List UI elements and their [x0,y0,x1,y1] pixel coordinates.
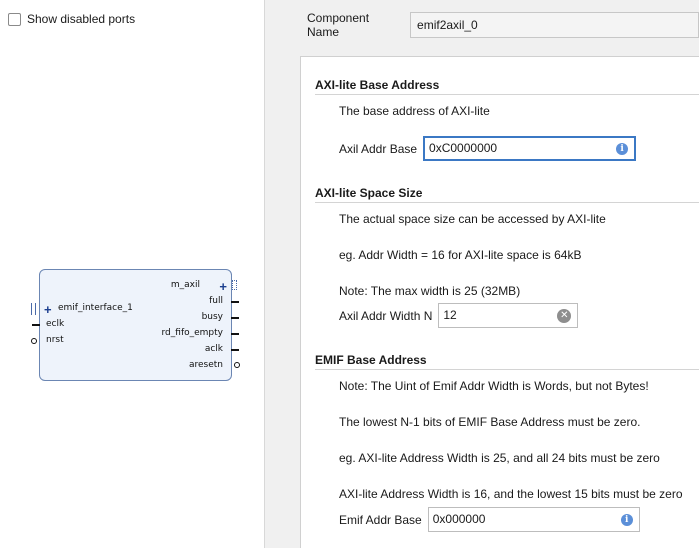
axil-addr-width-value: 12 [443,308,457,322]
symbol-panel: Show disabled ports + emif_interface_1 e… [0,0,265,548]
pin-nrst-bubble [31,338,37,344]
axil-space-description: The actual space size can be accessed by… [339,212,606,226]
axil-space-note: Note: The max width is 25 (32MB) [339,284,521,298]
axil-addr-width-label: Axil Addr Width N [339,308,433,323]
emif-addr-base-value: 0x000000 [432,512,486,526]
clear-icon[interactable]: ✕ [557,308,572,323]
port-rd-fifo-empty: rd_fifo_empty [161,328,223,338]
show-disabled-checkbox[interactable] [8,12,21,26]
pin-rd-fifo-empty [231,333,239,335]
expand-plus-icon[interactable]: + [219,280,227,293]
axil-addr-width-input[interactable]: 12 ✕ [438,303,579,328]
info-icon[interactable]: i [620,513,633,526]
parameter-panel: AXI-lite Base Address The base address o… [300,56,699,548]
expand-plus-icon[interactable]: + [44,303,52,316]
info-icon[interactable]: i [616,142,629,155]
bus-interface-icon [31,303,36,315]
section-title-axil-space: AXI-lite Space Size [315,186,423,200]
axil-addr-base-row: Axil Addr Base 0xC0000000 i [339,136,637,161]
section-title-axil-base: AXI-lite Base Address [315,78,440,92]
port-nrst: nrst [46,335,64,345]
axil-addr-base-value: 0xC0000000 [429,141,498,155]
pin-aresetn-bubble [234,362,240,368]
section-divider [315,369,699,370]
component-name-row: Component Name emif2axil_0 [307,11,699,39]
emif-addr-base-input[interactable]: 0x000000 i [427,507,640,532]
section-divider [315,94,699,95]
show-disabled-label: Show disabled ports [27,12,136,26]
emif-base-example-1: eg. AXI-lite Address Width is 25, and al… [339,451,660,465]
bus-connector-icon [232,280,237,290]
axil-space-example: eg. Addr Width = 16 for AXI-lite space i… [339,248,582,262]
axil-base-description: The base address of AXI-lite [339,104,490,118]
emif-base-example-2: AXI-lite Address Width is 16, and the lo… [339,487,683,501]
component-name-label: Component Name [307,11,370,39]
pin-eclk [32,324,40,326]
pin-aclk [231,349,239,351]
port-aclk: aclk [204,344,223,354]
port-aresetn: aresetn [188,360,223,370]
port-m-axil: m_axil [170,280,200,290]
pin-busy [231,317,239,319]
pin-full [231,301,239,303]
section-title-emif-base: EMIF Base Address [315,353,427,367]
emif-addr-base-label: Emif Addr Base [339,512,422,527]
component-name-input[interactable]: emif2axil_0 [410,12,699,38]
ip-symbol-block[interactable]: + emif_interface_1 eclk nrst m_axil + fu… [31,269,240,381]
show-disabled-ports[interactable]: Show disabled ports [8,12,135,26]
port-emif-interface: emif_interface_1 [58,303,133,313]
emif-base-rule: The lowest N-1 bits of EMIF Base Address… [339,415,641,429]
section-divider [315,202,699,203]
axil-addr-base-input[interactable]: 0xC0000000 i [423,136,637,161]
emif-base-note: Note: The Uint of Emif Addr Width is Wor… [339,379,649,393]
axil-addr-base-label: Axil Addr Base [339,141,418,156]
emif-addr-base-row: Emif Addr Base 0x000000 i [339,507,640,532]
port-full: full [209,296,223,306]
port-eclk: eclk [46,319,65,329]
axil-addr-width-row: Axil Addr Width N 12 ✕ [339,303,579,328]
port-busy: busy [201,312,223,322]
